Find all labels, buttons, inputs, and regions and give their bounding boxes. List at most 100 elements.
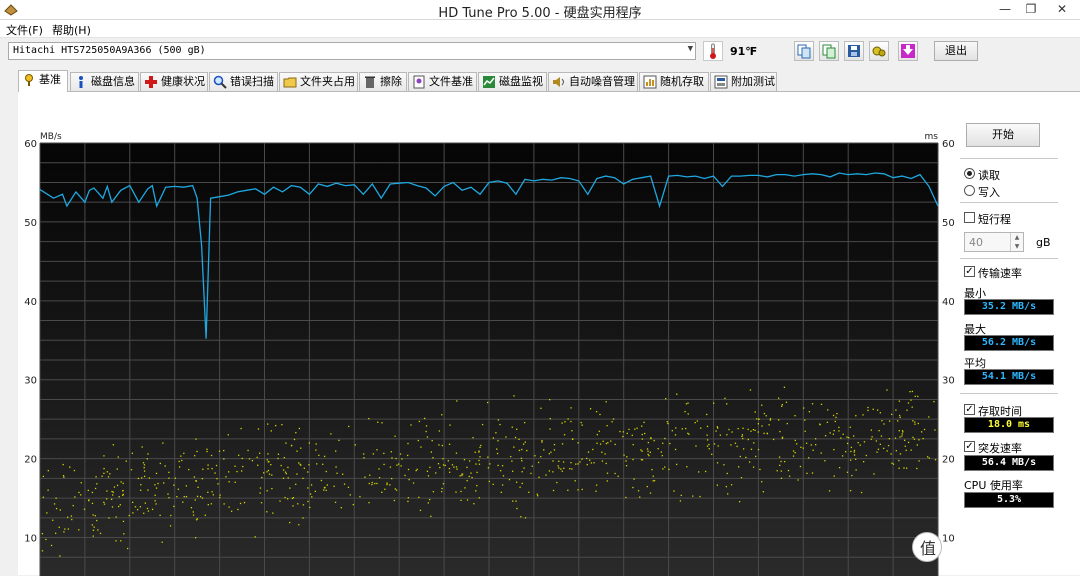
access-time-point: [368, 417, 370, 420]
access-time-point: [574, 480, 576, 482]
access-time-point: [210, 503, 213, 505]
start-button[interactable]: 开始: [966, 123, 1040, 147]
access-time-point: [912, 420, 914, 422]
copy-text-icon[interactable]: [819, 41, 839, 61]
drive-select-value: Hitachi HTS725050A9A366 (500 gB): [13, 45, 206, 56]
tab-disk-info[interactable]: 磁盘信息: [70, 72, 139, 91]
access-time-point: [130, 469, 133, 471]
access-time-point: [393, 499, 396, 502]
download-icon[interactable]: [898, 41, 918, 61]
burst-rate-checkbox[interactable]: ✓: [964, 441, 975, 452]
read-radio[interactable]: [964, 168, 975, 179]
access-time-point: [699, 495, 701, 498]
maximize-button[interactable]: ❐: [1018, 0, 1044, 20]
short-stroke-checkbox[interactable]: [964, 212, 975, 223]
access-time-point: [183, 495, 185, 498]
menu-bar: 文件(F) 帮助(H): [0, 20, 1080, 38]
access-time-point: [570, 420, 572, 423]
access-time-point: [879, 443, 881, 445]
access-time-point: [802, 447, 804, 449]
access-time-point: [853, 451, 855, 453]
tab-random-access[interactable]: 随机存取: [639, 72, 709, 91]
tab-benchmark[interactable]: 基准: [18, 70, 68, 92]
access-time-point: [240, 427, 242, 430]
access-time-point: [157, 482, 159, 485]
tab-label: 文件夹占用: [300, 75, 355, 88]
access-time-point: [97, 529, 99, 531]
access-time-point: [567, 418, 569, 420]
access-time-point: [878, 429, 880, 432]
access-time-point: [460, 499, 462, 502]
minimize-button[interactable]: —: [992, 0, 1018, 20]
tab-disk-monitor[interactable]: 磁盘监视: [478, 72, 547, 91]
access-time-point: [748, 461, 751, 463]
tab-noise-management[interactable]: 自动噪音管理: [548, 72, 638, 91]
access-time-point: [116, 484, 119, 487]
access-time-point: [518, 449, 521, 452]
access-time-point: [644, 432, 646, 435]
benchmark-panel: 10 10 20 20 30 30 40 40 50 50 60 60 MB/s ms: [18, 91, 1080, 576]
access-time-point: [461, 473, 463, 475]
tab-extra-tests[interactable]: 附加测试: [710, 72, 777, 91]
access-time-point: [333, 485, 335, 487]
access-time-point: [607, 442, 609, 444]
save-icon[interactable]: [844, 41, 864, 61]
tab-error-scan[interactable]: 错误扫描: [209, 72, 278, 91]
access-time-point: [296, 450, 298, 452]
access-time-point: [901, 435, 903, 437]
access-time-point: [407, 454, 409, 457]
access-time-checkbox[interactable]: ✓: [964, 404, 975, 415]
short-stroke-stepper[interactable]: 40 ▲ ▼: [964, 232, 1024, 252]
access-time-point: [762, 491, 765, 493]
access-time-point: [794, 439, 796, 442]
access-time-point: [52, 519, 54, 521]
exit-button[interactable]: 退出: [934, 41, 978, 61]
access-time-point: [899, 436, 901, 438]
access-time-point: [91, 502, 94, 505]
access-time-point: [432, 490, 435, 493]
copy-info-icon[interactable]: [794, 41, 814, 61]
options-icon[interactable]: [869, 41, 889, 61]
access-time-point: [136, 508, 139, 511]
access-time-point: [648, 454, 650, 457]
tab-label: 健康状况: [161, 75, 205, 88]
access-time-point: [47, 469, 49, 472]
chevron-down-icon[interactable]: ▼: [688, 44, 693, 54]
access-time-point: [759, 468, 761, 471]
access-time-point: [315, 449, 317, 451]
access-time-point: [835, 416, 837, 419]
tab-folder-usage[interactable]: 文件夹占用: [279, 72, 358, 91]
access-time-point: [833, 448, 835, 451]
access-time-point: [880, 435, 883, 437]
health-cross-icon: [145, 76, 157, 88]
menu-file[interactable]: 文件(F): [6, 22, 43, 38]
tab-erase[interactable]: 擦除: [359, 72, 407, 91]
write-radio[interactable]: [964, 185, 975, 196]
access-time-point: [510, 455, 512, 458]
menu-help[interactable]: 帮助(H): [52, 22, 91, 38]
access-time-point: [59, 555, 61, 557]
tab-health[interactable]: 健康状况: [140, 72, 208, 91]
access-time-point: [395, 489, 398, 491]
access-time-point: [302, 517, 304, 519]
access-time-point: [826, 421, 829, 423]
access-time-point: [708, 448, 710, 450]
access-time-point: [934, 459, 937, 461]
close-button[interactable]: ✕: [1044, 0, 1080, 20]
access-time-point: [804, 419, 806, 421]
access-time-point: [247, 449, 249, 452]
tab-file-benchmark[interactable]: 文件基准: [408, 72, 477, 91]
transfer-rate-checkbox[interactable]: ✓: [964, 266, 975, 277]
access-time-point: [570, 461, 572, 464]
access-time-point: [295, 432, 297, 434]
access-time-point: [796, 443, 798, 445]
access-time-point: [111, 490, 113, 493]
access-time-point: [211, 491, 213, 493]
access-time-point: [207, 491, 209, 493]
access-time-point: [550, 451, 552, 453]
access-time-point: [298, 462, 300, 464]
spin-arrows-icon[interactable]: ▲ ▼: [1010, 233, 1023, 251]
access-time-point: [787, 469, 790, 472]
drive-select[interactable]: Hitachi HTS725050A9A366 (500 gB) ▼: [8, 42, 696, 60]
access-time-point: [520, 516, 522, 518]
